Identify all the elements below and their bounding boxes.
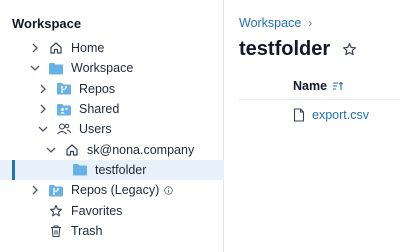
favorite-star-icon[interactable]	[342, 42, 357, 57]
page-title: testfolder	[239, 38, 331, 60]
chevron-right-icon[interactable]	[38, 84, 48, 94]
home-icon	[48, 41, 64, 55]
sidebar-item-favorites[interactable]: Favorites	[0, 200, 224, 220]
breadcrumb: Workspace ›	[239, 16, 312, 30]
breadcrumb-workspace-link[interactable]: Workspace	[239, 16, 301, 30]
file-icon	[293, 108, 305, 122]
column-header-name[interactable]: Name	[293, 79, 344, 93]
users-icon	[56, 122, 72, 136]
sidebar-item-shared[interactable]: Shared	[0, 99, 224, 119]
sidebar-item-workspace[interactable]: Workspace	[0, 58, 224, 78]
sidebar-item-home[interactable]: Home	[0, 38, 224, 58]
sidebar-item-label: Favorites	[71, 203, 123, 218]
chevron-right-icon[interactable]	[30, 43, 40, 53]
sidebar-item-label: Trash	[71, 223, 103, 238]
sidebar-item-label: Repos (Legacy)	[71, 183, 160, 198]
sidebar-title: Workspace	[12, 16, 82, 31]
folder-icon	[48, 61, 64, 75]
breadcrumb-separator: ›	[308, 16, 313, 30]
sidebar-item-repos[interactable]: Repos	[0, 79, 224, 99]
sidebar: Workspace Home Workspace Repos Shared Us…	[0, 0, 224, 252]
sidebar-item-label: sk@nona.company	[87, 142, 195, 157]
chevron-down-icon[interactable]	[38, 124, 48, 134]
file-name-link[interactable]: export.csv	[312, 108, 369, 122]
folder-icon	[72, 163, 88, 177]
sort-icon[interactable]	[332, 81, 344, 91]
trash-icon	[48, 224, 64, 238]
sidebar-item-user-home[interactable]: sk@nona.company	[0, 139, 224, 159]
chevron-down-icon[interactable]	[30, 63, 40, 73]
sidebar-item-label: testfolder	[95, 162, 147, 177]
page-title-row: testfolder	[239, 38, 357, 61]
column-header-label: Name	[293, 78, 328, 93]
chevron-right-icon[interactable]	[38, 104, 48, 114]
sidebar-item-label: Home	[71, 41, 105, 56]
sidebar-item-repos-legacy[interactable]: Repos (Legacy)	[0, 180, 224, 200]
sidebar-item-trash[interactable]: Trash	[0, 221, 224, 241]
chevron-down-icon[interactable]	[46, 145, 56, 155]
sidebar-item-label: Repos	[79, 81, 116, 96]
main-panel: Workspace › testfolder Name export.csv	[225, 0, 400, 252]
chevron-right-icon[interactable]	[30, 185, 40, 195]
sidebar-item-testfolder[interactable]: testfolder	[0, 159, 224, 181]
repo-folder-icon	[56, 82, 72, 96]
repo-folder-icon	[48, 183, 64, 197]
sidebar-item-label: Workspace	[71, 61, 134, 76]
selection-indicator	[12, 159, 15, 181]
workspace-tree: Home Workspace Repos Shared Users sk@non…	[0, 38, 224, 241]
shared-folder-icon	[56, 102, 72, 116]
table-row[interactable]: export.csv	[239, 104, 400, 126]
sidebar-item-label: Users	[79, 122, 112, 137]
home-icon	[64, 143, 80, 157]
sidebar-item-users[interactable]: Users	[0, 119, 224, 139]
sidebar-item-label: Shared	[79, 102, 120, 117]
table-header: Name	[239, 72, 400, 100]
star-icon	[48, 204, 64, 218]
info-icon[interactable]	[164, 185, 173, 195]
